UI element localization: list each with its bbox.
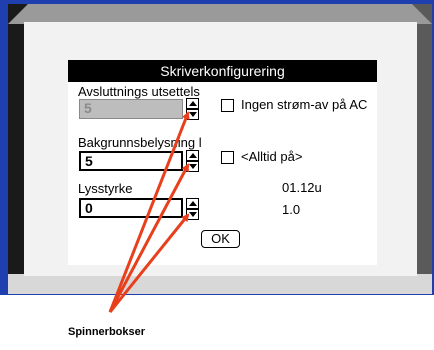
- arrow-to-backlight-spinner: [108, 163, 190, 313]
- spinner-caption: Spinnerbokser: [68, 326, 146, 338]
- arrow-to-shutdown-spinner: [108, 111, 190, 313]
- arrow-to-brightness-spinner: [108, 213, 190, 313]
- annotation-arrows: [108, 111, 190, 313]
